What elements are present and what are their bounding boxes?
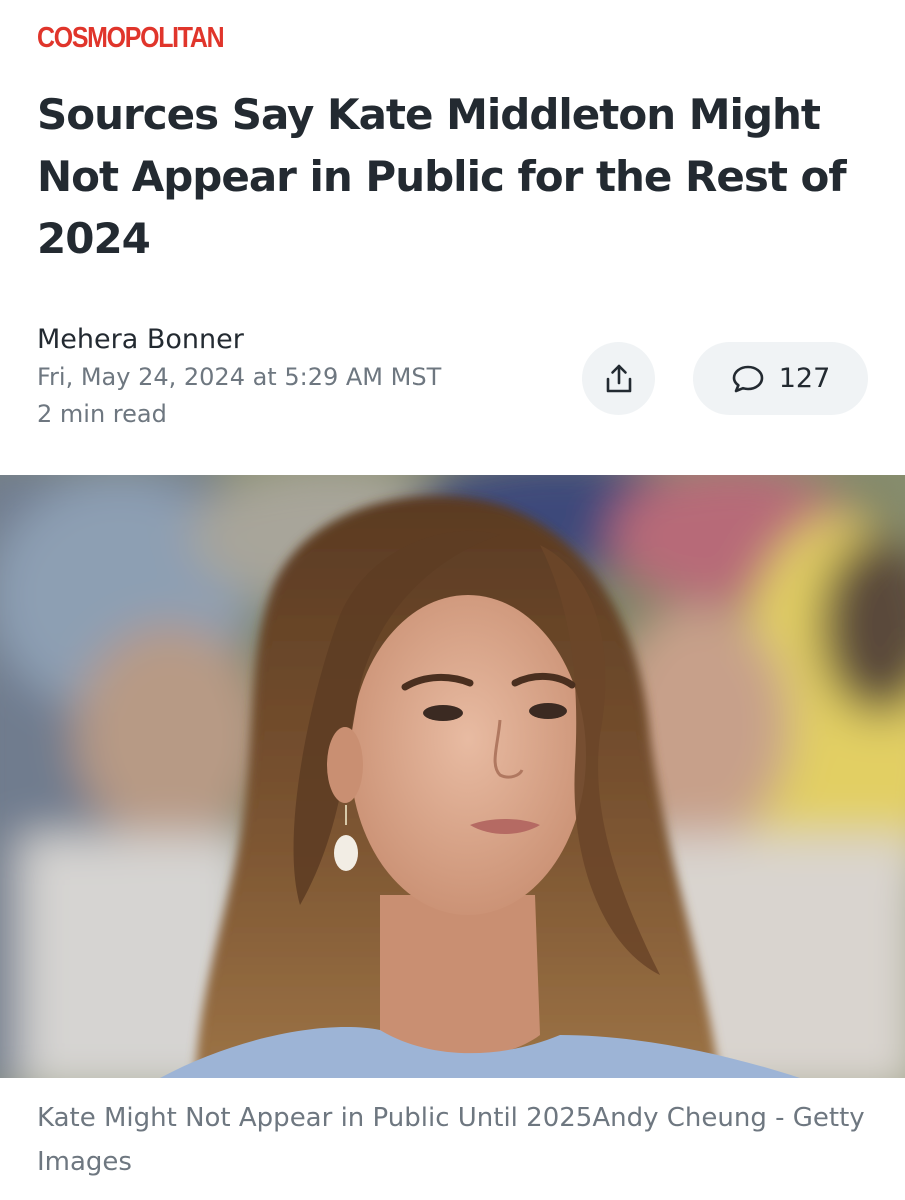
publisher-logo[interactable]: COSMOPOLITAN	[37, 22, 225, 54]
article-hero-image	[0, 475, 905, 1078]
share-icon	[606, 364, 631, 392]
read-time: 2 min read	[37, 400, 167, 428]
image-caption: Kate Might Not Appear in Public Until 20…	[37, 1103, 865, 1177]
portrait-photo	[0, 475, 905, 1078]
publish-date: Fri, May 24, 2024 at 5:29 AM MST	[37, 363, 442, 391]
author-name[interactable]: Mehera Bonner	[37, 322, 244, 358]
comment-bubble-icon	[732, 365, 764, 392]
article-headline: Sources Say Kate Middleton Might Not App…	[37, 90, 847, 263]
comment-count: 127	[778, 362, 831, 394]
share-button[interactable]	[582, 342, 655, 415]
comments-button[interactable]: 127	[693, 342, 868, 415]
